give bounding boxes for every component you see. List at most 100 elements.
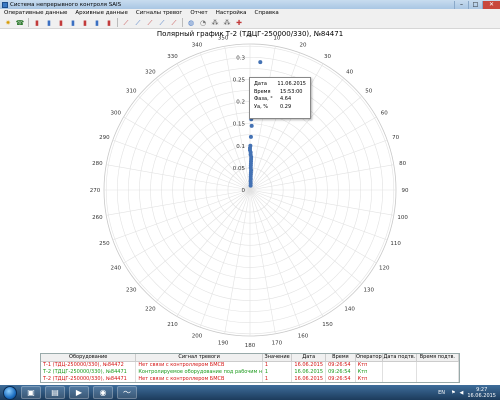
angle-tick-label: 160 [298, 334, 309, 340]
bar-chart-icon[interactable]: ▮ [105, 19, 113, 27]
data-point [258, 60, 263, 65]
network-icon[interactable]: ⁂ [223, 19, 231, 27]
table-row[interactable]: Т-1 (ТДЦ-250000/330), №84472 Нет связи с… [41, 361, 460, 368]
star-icon[interactable]: ✷ [4, 19, 12, 27]
radial-tick-label: 0.2 [236, 100, 245, 106]
radial-tick-label: 0.15 [233, 122, 246, 128]
angle-tick-label: 290 [99, 135, 110, 141]
table-cell: 16.06.2015 [291, 368, 327, 375]
angle-tick-label: 260 [92, 215, 103, 221]
phone-icon[interactable]: ☎ [16, 19, 25, 27]
tooltip-row: Уа, % 0.29 [254, 104, 306, 112]
angle-tick-label: 240 [111, 266, 122, 272]
folder-icon[interactable]: ▤ [45, 386, 65, 399]
table-cell: Нет связи с контроллером БМСВ [135, 375, 263, 382]
alarm-table-header: Оборудование Сигнал тревоги Значение Дат… [41, 354, 460, 362]
data-tooltip: Дата 11.06.2015 Время 15:53:00 Фаза, ° 4.64… [249, 77, 311, 119]
angle-tick-label: 20 [300, 42, 307, 48]
maximize-icon[interactable]: □ [468, 0, 482, 9]
line-chart-icon[interactable]: ⟋ [134, 19, 142, 27]
menu-help[interactable]: Справка [255, 10, 279, 16]
clock[interactable]: 9:27 16.06.2015 [467, 387, 496, 399]
globe-icon[interactable]: ◍ [187, 19, 195, 27]
table-cell: 1 [262, 361, 293, 368]
language-indicator[interactable]: EN [438, 390, 445, 396]
menu-report[interactable]: Отчет [190, 10, 207, 16]
volume-icon[interactable]: ◀ [460, 390, 464, 396]
angle-tick-label: 210 [167, 322, 178, 328]
system-tray: EN ⚑ ◀ 9:27 16.06.2015 [438, 387, 496, 399]
table-cell [416, 375, 460, 382]
gauge-icon[interactable]: ◔ [199, 19, 207, 27]
table-cell: Контролируемое оборудование под рабочим … [135, 368, 263, 375]
angle-tick-label: 100 [397, 215, 408, 221]
column-header[interactable]: Оборудование [41, 354, 137, 362]
line-chart-icon[interactable]: ⟋ [146, 19, 154, 27]
bar-chart-icon[interactable]: ▮ [81, 19, 89, 27]
column-header[interactable]: Сигнал тревоги [135, 354, 263, 362]
bar-chart-icon[interactable]: ▮ [69, 19, 77, 27]
flag-icon[interactable]: ⚑ [451, 390, 455, 396]
angle-tick-label: 340 [192, 42, 203, 48]
bar-chart-icon[interactable]: ▮ [93, 19, 101, 27]
browser-icon[interactable]: ◉ [93, 386, 113, 399]
media-player-icon[interactable]: ▶ [69, 386, 89, 399]
column-header[interactable]: Дата [291, 354, 327, 362]
tooltip-row: Время 15:53:00 [254, 89, 306, 97]
angle-tick-label: 280 [92, 161, 103, 167]
line-chart-icon[interactable]: ⟋ [122, 19, 130, 27]
window-title: Система непрерывного контроля SAIS [10, 1, 122, 8]
close-icon[interactable]: ✕ [482, 0, 500, 9]
bar-chart-icon[interactable]: ▮ [57, 19, 65, 27]
angle-tick-label: 200 [192, 334, 203, 340]
angle-tick-label: 250 [99, 241, 110, 247]
table-cell: 09:26:54 [325, 361, 356, 368]
angle-tick-label: 80 [399, 161, 406, 167]
angle-tick-label: 180 [245, 343, 256, 349]
line-chart-icon[interactable]: ⟋ [170, 19, 178, 27]
angle-tick-label: 10 [273, 35, 280, 41]
chart-area: Полярный график Т-2 (ТДЦГ-250000/330), №… [0, 29, 500, 349]
column-header[interactable]: Значение [262, 354, 293, 362]
column-header[interactable]: Оператор [355, 354, 384, 362]
column-header[interactable]: Время подтв. [416, 354, 460, 362]
table-cell: Ктп [355, 375, 384, 382]
bar-chart-icon[interactable]: ▮ [33, 19, 41, 27]
settings-icon[interactable]: ✚ [235, 19, 243, 27]
table-row[interactable]: Т-2 (ТДЦГ-250000/330), №84471 Нет связи … [41, 375, 460, 382]
table-cell [416, 361, 460, 368]
explorer-icon[interactable]: ▣ [21, 386, 41, 399]
table-cell [382, 361, 417, 368]
network-icon[interactable]: ⁂ [211, 19, 219, 27]
angle-tick-label: 170 [272, 341, 283, 347]
start-button[interactable] [3, 385, 17, 400]
table-cell: 1 [262, 375, 293, 382]
menu-alarms[interactable]: Сигналы тревог [136, 10, 182, 16]
angle-tick-label: 60 [381, 111, 388, 117]
data-point [248, 134, 253, 139]
line-chart-icon[interactable]: ⟋ [158, 19, 166, 27]
angle-tick-label: 30 [324, 54, 331, 60]
column-header[interactable]: Время [325, 354, 356, 362]
angle-tick-label: 310 [126, 88, 137, 94]
angle-tick-label: 90 [402, 188, 409, 194]
title-bar: Система непрерывного контроля SAIS – □ ✕ [0, 0, 500, 9]
toolbar-separator [28, 18, 29, 27]
table-cell: Нет связи с контроллером БМСВ [135, 361, 263, 368]
menu-archive-data[interactable]: Архивные данные [75, 10, 128, 16]
tooltip-value: 0.29 [280, 103, 292, 110]
tooltip-value: 15:53:00 [280, 88, 303, 95]
app-window-icon[interactable]: 〜 [117, 386, 137, 399]
minimize-icon[interactable]: – [454, 0, 468, 9]
radial-tick-label: 0.05 [233, 166, 246, 172]
menu-settings[interactable]: Настройка [216, 10, 247, 16]
menu-operational-data[interactable]: Оперативные данные [4, 10, 67, 16]
bar-chart-icon[interactable]: ▮ [45, 19, 53, 27]
table-row[interactable]: Т-2 (ТДЦГ-250000/330), №84471 Контролиру… [41, 368, 460, 375]
tooltip-key: Время [254, 88, 271, 95]
tooltip-value: 11.06.2015 [277, 81, 306, 87]
table-cell: Ктп [355, 361, 384, 368]
toolbar-separator [117, 18, 118, 27]
column-header[interactable]: Дата подтв. [382, 354, 417, 362]
angle-tick-label: 270 [90, 188, 101, 194]
